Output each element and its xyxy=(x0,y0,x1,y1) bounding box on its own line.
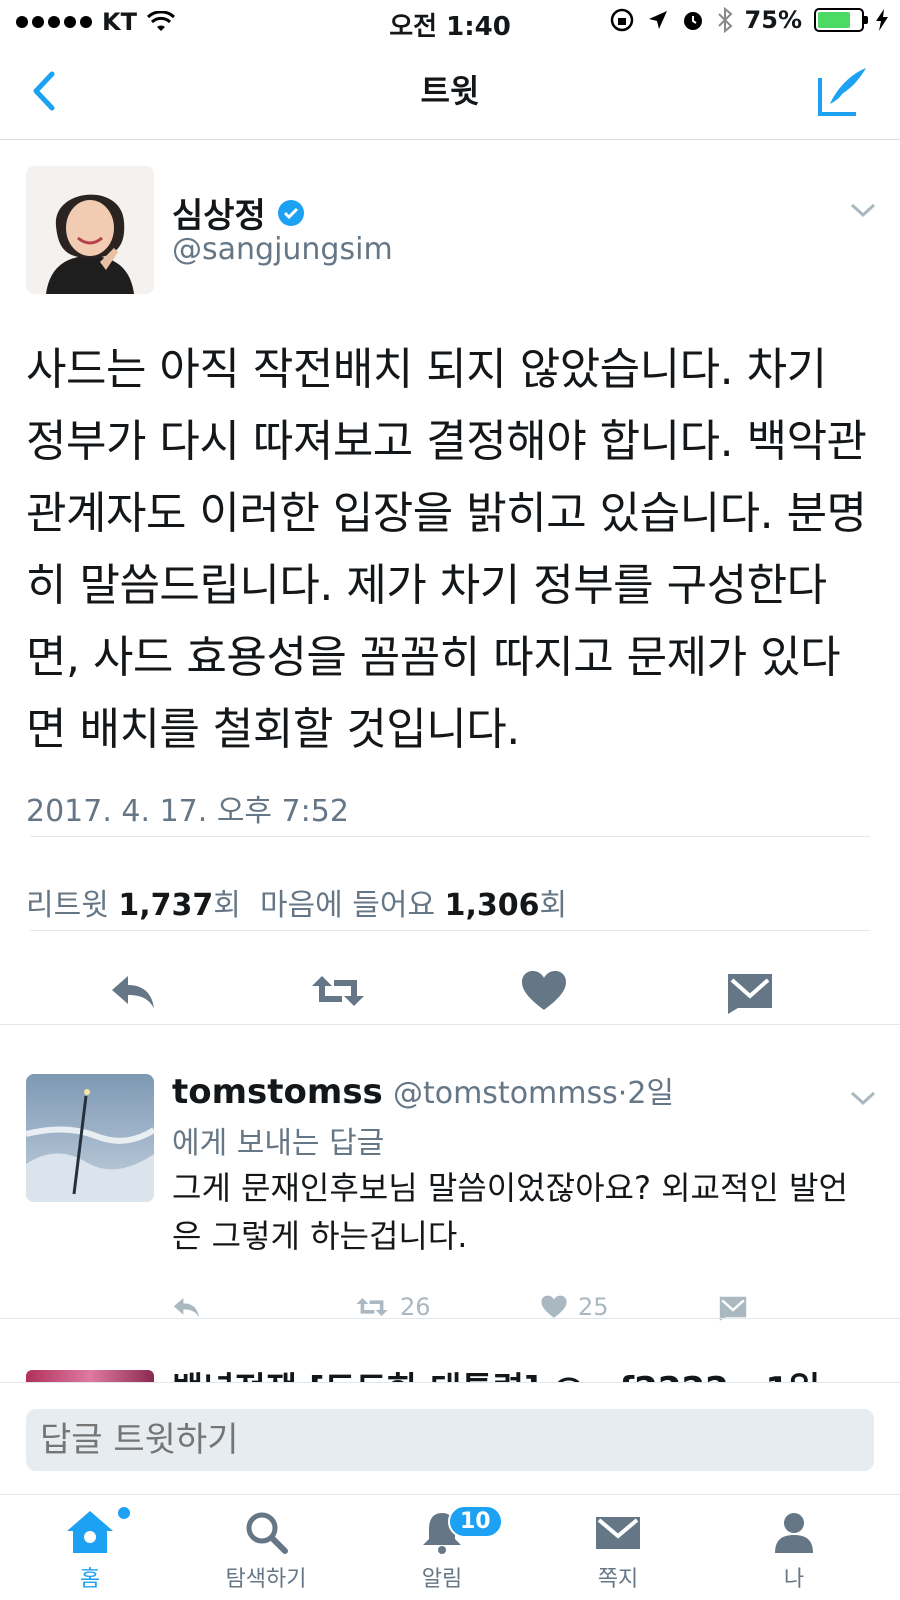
page-title: 트윗 xyxy=(420,72,480,110)
reply-context: 에게 보내는 답글 xyxy=(172,1126,385,1161)
verified-badge-icon xyxy=(277,199,304,226)
location-icon xyxy=(648,11,667,29)
author-avatar[interactable] xyxy=(26,166,154,294)
tab-search[interactable]: 탐색하기 xyxy=(186,1495,346,1600)
search-icon xyxy=(246,1512,288,1554)
status-bar: KT 오전 1:40 75% xyxy=(0,0,900,44)
reply-dot: · xyxy=(617,1076,628,1111)
reply-text: 그게 문재인후보님 말씀이었잖아요? 외교적인 발언은 그렇게 하는겁니다. xyxy=(172,1169,848,1255)
compose-icon[interactable] xyxy=(816,64,870,118)
reply-avatar[interactable] xyxy=(26,1074,154,1202)
reply-actions: 26 25 xyxy=(170,1292,810,1332)
like-count: 1,306 xyxy=(444,888,540,923)
home-icon xyxy=(67,1511,113,1553)
notification-badge: 10 xyxy=(448,1505,503,1538)
profile-icon xyxy=(775,1513,813,1553)
battery-icon xyxy=(814,8,868,32)
tab-home[interactable]: 홈 xyxy=(10,1495,170,1600)
divider xyxy=(0,1024,900,1025)
tab-search-label: 탐색하기 xyxy=(225,1567,307,1592)
battery-percent: 75% xyxy=(744,6,802,34)
tab-home-label: 홈 xyxy=(79,1567,101,1592)
tab-messages-label: 쪽지 xyxy=(597,1567,639,1592)
retweet-label: 리트윗 xyxy=(26,888,109,923)
divider xyxy=(0,1318,900,1319)
status-icons: 75% xyxy=(609,6,888,34)
tab-notifications[interactable]: 10 알림 xyxy=(362,1495,522,1600)
navigation-bar: 트윗 xyxy=(0,44,900,140)
direct-message-icon[interactable] xyxy=(722,966,778,1016)
author-name[interactable]: 심상정 xyxy=(172,188,306,237)
divider xyxy=(30,836,870,837)
next-reply-avatar xyxy=(26,1370,154,1382)
tweet-text: 사드는 아직 작전배치 되지 않았습니다. 차기 정부가 다시 따져보고 결정해… xyxy=(26,344,867,755)
reply-icon[interactable] xyxy=(106,966,162,1016)
home-new-indicator xyxy=(116,1505,132,1521)
divider xyxy=(30,930,870,931)
retweet-suffix: 회 xyxy=(213,888,241,923)
author-handle[interactable]: @sangjungsim xyxy=(172,232,393,267)
reply-age: 2일 xyxy=(627,1076,674,1111)
tab-messages[interactable]: 쪽지 xyxy=(538,1495,698,1600)
chevron-down-icon[interactable] xyxy=(848,1088,878,1108)
alarm-icon xyxy=(683,12,702,30)
tweet-stats[interactable]: 리트윗 1,737회 마음에 들어요 1,306회 xyxy=(26,880,567,924)
reply-like-count: 25 xyxy=(578,1293,609,1321)
heart-icon[interactable] xyxy=(516,966,572,1016)
author-name-text[interactable]: 심상정 xyxy=(172,188,266,237)
bluetooth-icon xyxy=(717,7,733,33)
next-reply-peek[interactable]: 백년전쟁 [도도한 대통령] @…f2222 · 1일 xyxy=(26,1370,876,1382)
reply-author-handle[interactable]: @tomstommss xyxy=(393,1076,618,1111)
reply-header: tomstomss @tomstommss·2일 xyxy=(172,1068,674,1112)
retweet-icon[interactable] xyxy=(310,966,366,1016)
tab-me[interactable]: 나 xyxy=(714,1495,874,1600)
tab-me-label: 나 xyxy=(783,1567,805,1592)
tweet-timestamp: 2017. 4. 17. 오후 7:52 xyxy=(26,794,349,829)
reply-author-name[interactable]: tomstomss xyxy=(172,1072,383,1112)
like-label: 마음에 들어요 xyxy=(259,888,436,923)
tab-bar: 홈 탐색하기 10 알림 쪽지 나 xyxy=(0,1494,900,1600)
tweet-actions xyxy=(0,966,900,1032)
tab-notifications-label: 알림 xyxy=(421,1567,463,1592)
rotation-lock-icon xyxy=(610,8,633,32)
like-suffix: 회 xyxy=(539,888,568,923)
chevron-down-icon[interactable] xyxy=(848,200,878,220)
charging-icon xyxy=(876,9,888,31)
next-reply-header: 백년전쟁 [도도한 대통령] @…f2222 · 1일 xyxy=(172,1370,820,1382)
reply-compose-bar xyxy=(0,1382,900,1478)
reply-input[interactable] xyxy=(26,1409,874,1471)
reply-retweet-count: 26 xyxy=(400,1293,431,1321)
retweet-count: 1,737 xyxy=(118,888,214,923)
envelope-icon xyxy=(596,1517,640,1549)
